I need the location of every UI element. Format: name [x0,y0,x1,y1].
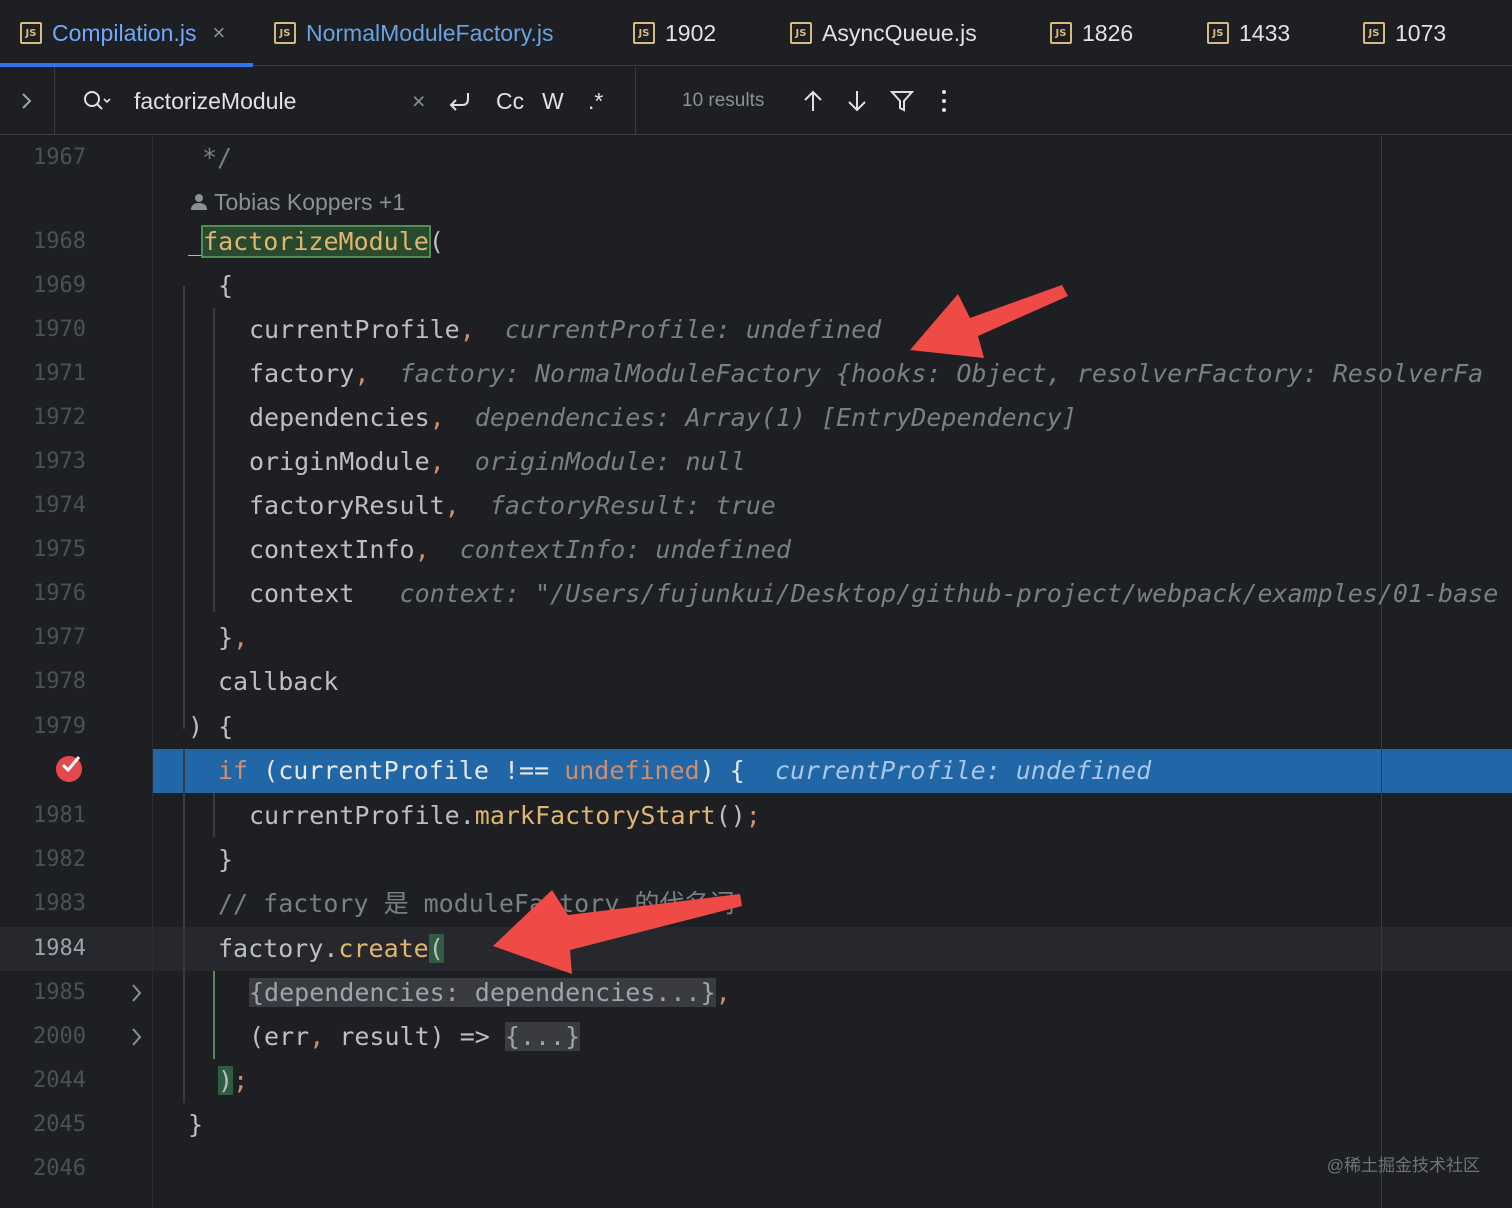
red-arrow-icon [493,890,742,974]
annotation-arrows [493,285,1068,974]
red-arrow-icon [910,285,1068,358]
